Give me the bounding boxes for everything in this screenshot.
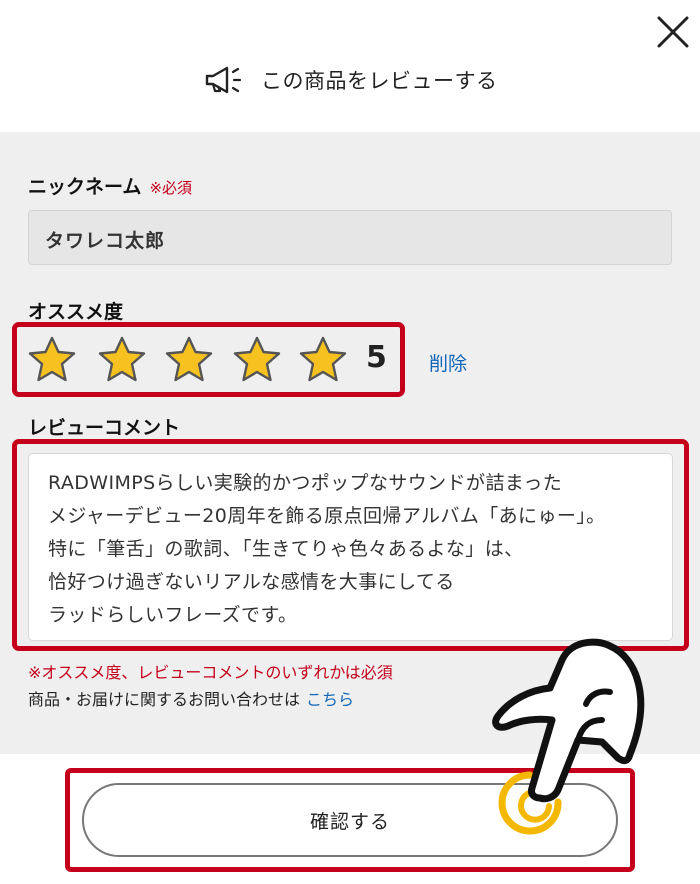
megaphone-icon <box>205 66 242 94</box>
star-icon[interactable] <box>164 335 214 383</box>
close-button[interactable] <box>655 14 691 50</box>
comment-line: ラッドらしいフレーズです。 <box>48 604 298 626</box>
inquiry-text: 商品・お届けに関するお問い合わせは こちら <box>28 686 354 710</box>
nickname-field[interactable]: タワレコ太郎 <box>28 210 672 265</box>
star-icon[interactable] <box>97 335 147 383</box>
star-icon[interactable] <box>232 335 282 383</box>
delete-rating-link[interactable]: 削除 <box>429 349 467 376</box>
rating-label: オススメ度 <box>28 301 124 323</box>
required-mark: ※必須 <box>149 179 193 197</box>
comment-label: レビューコメント <box>28 417 181 439</box>
required-note: ※オススメ度、レビューコメントのいずれかは必須 <box>28 663 393 682</box>
comment-line: メジャーデビュー20周年を飾る原点回帰アルバム「あにゅー」。 <box>48 505 606 527</box>
nickname-label-text: ニックネーム <box>28 176 142 198</box>
close-icon <box>657 16 689 48</box>
pointing-hand-icon <box>492 638 645 835</box>
star-icon[interactable] <box>27 335 77 383</box>
review-comment-textarea[interactable]: RADWIMPSらしい実験的かつポップなサウンドが詰まったメジャーデビュー20周… <box>28 453 673 641</box>
comment-line: RADWIMPSらしい実験的かつポップなサウンドが詰まった <box>48 472 563 494</box>
star-icon[interactable] <box>298 335 348 383</box>
comment-line: 特に「筆舌」の歌詞、「生きてりゃ色々あるよな」は、 <box>48 538 524 560</box>
comment-line: 恰好つけ過ぎないリアルな感情を大事にしてる <box>48 571 455 593</box>
inquiry-label: 商品・お届けに関するお問い合わせは <box>28 690 301 709</box>
review-header: この商品をレビューする <box>0 55 700 103</box>
inquiry-link[interactable]: こちら <box>306 690 354 709</box>
page-title: この商品をレビューする <box>261 69 498 93</box>
rating-value: 5 <box>366 340 387 375</box>
nickname-label: ニックネーム ※必須 <box>28 172 192 199</box>
